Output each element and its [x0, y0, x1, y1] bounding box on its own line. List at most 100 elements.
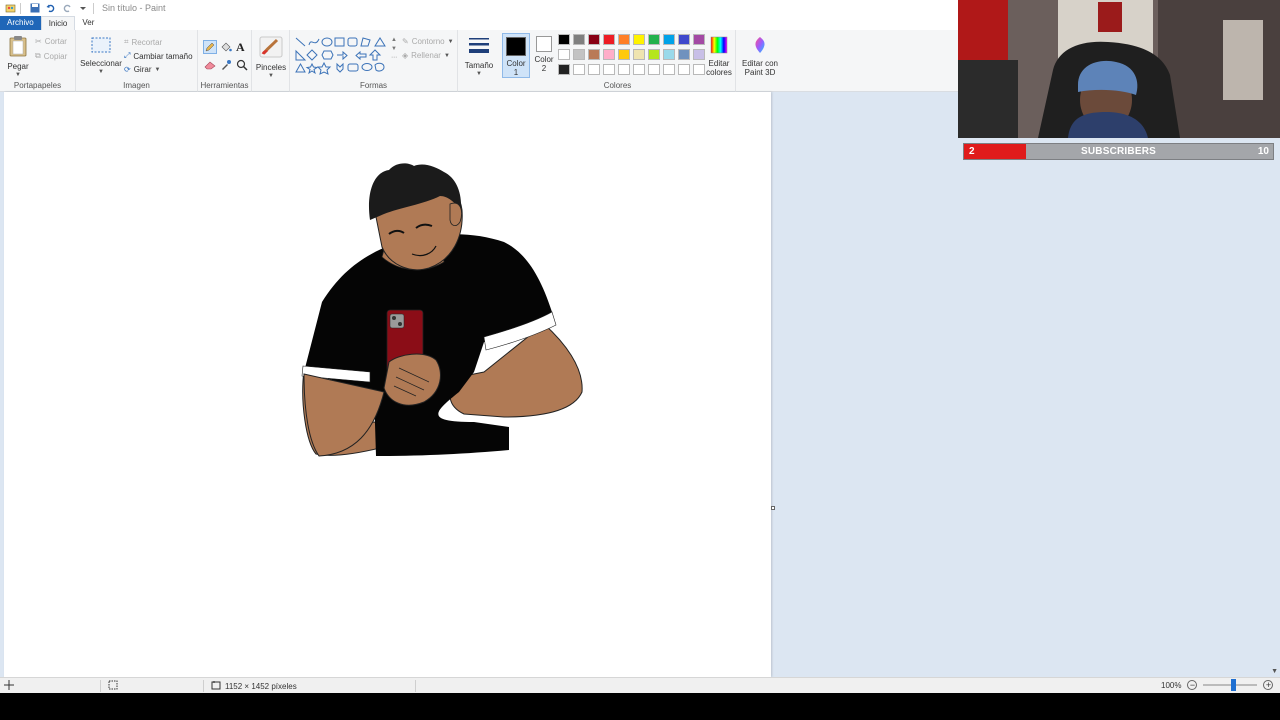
size-dropdown-icon[interactable]: ▼: [476, 70, 482, 79]
cut-button[interactable]: ✂ Cortar: [35, 37, 67, 46]
edit-paint3d-button[interactable]: Editar con Paint 3D: [738, 36, 782, 77]
undo-icon[interactable]: [45, 2, 57, 14]
image-dimensions: 1152 × 1452 píxeles: [225, 681, 297, 691]
paste-button[interactable]: Pegar ▼: [6, 35, 30, 80]
tab-ver[interactable]: Ver: [75, 16, 101, 30]
rotate-dropdown-icon[interactable]: ▼: [154, 67, 160, 73]
zoom-slider[interactable]: [1203, 679, 1258, 691]
color2-label: Color 2: [534, 55, 554, 73]
color-swatch[interactable]: [633, 49, 645, 60]
shapes-scroll-icon[interactable]: ▲ ▼ ⋯: [391, 36, 397, 63]
color-swatch[interactable]: [603, 49, 615, 60]
color-swatch[interactable]: [588, 49, 600, 60]
eraser-icon[interactable]: [204, 60, 216, 72]
color-swatch[interactable]: [678, 49, 690, 60]
color-swatch[interactable]: [633, 34, 645, 45]
color-swatch[interactable]: [663, 49, 675, 60]
paint3d-icon: [751, 36, 769, 56]
clipboard-group-label: Portapapeles: [13, 81, 62, 90]
outline-button[interactable]: ✎ Contorno ▼: [402, 37, 454, 46]
clipboard-icon: [9, 35, 27, 59]
brushes-group: Pinceles ▼: [252, 30, 290, 92]
color-swatch[interactable]: [678, 34, 690, 45]
status-bar: 1152 × 1452 píxeles 100% − +: [0, 677, 1280, 693]
fill-label: Rellenar: [411, 51, 441, 60]
canvas-resize-handle[interactable]: [771, 506, 775, 510]
drawing-canvas[interactable]: [4, 92, 771, 677]
color-swatch[interactable]: [558, 34, 570, 45]
outline-dropdown-icon: ▼: [447, 38, 454, 45]
color-swatch[interactable]: [618, 34, 630, 45]
text-tool-icon[interactable]: A: [236, 40, 245, 55]
paint-window: Sin título - Paint Archivo Inicio Ver Pe…: [0, 0, 1280, 693]
color-swatch[interactable]: [618, 49, 630, 60]
brush-icon: [259, 36, 283, 60]
redo-icon[interactable]: [61, 2, 73, 14]
magnifier-icon[interactable]: [236, 59, 248, 73]
fill-button[interactable]: ◈ Rellenar ▼: [402, 51, 450, 60]
color1-label: Color 1: [506, 59, 526, 77]
image-group: Seleccionar ▼ ⌗ Recortar ⤢ Cambiar tamañ…: [76, 30, 198, 92]
scroll-down-icon[interactable]: ▼: [1271, 668, 1278, 675]
color2-button[interactable]: Color 2: [532, 36, 556, 73]
color-swatch[interactable]: [588, 64, 600, 75]
color-swatch[interactable]: [678, 64, 690, 75]
copy-button[interactable]: ⧉ Copiar: [35, 51, 67, 61]
select-button[interactable]: Seleccionar ▼: [80, 36, 122, 77]
paint3d-group: Editar con Paint 3D: [736, 30, 782, 92]
crop-label: Recortar: [131, 37, 163, 47]
edit-colors-button[interactable]: Editar colores: [704, 36, 734, 77]
fill-icon: ◈: [402, 51, 409, 60]
shapes-group-label: Formas: [359, 81, 388, 90]
colors-group: Color 1 Color 2 Editar colores Colores: [500, 30, 736, 92]
resize-label: Cambiar tamaño: [133, 51, 193, 61]
tab-archivo[interactable]: Archivo: [0, 16, 41, 30]
colors-group-label: Colores: [603, 81, 632, 90]
color-swatch[interactable]: [573, 64, 585, 75]
color-swatch[interactable]: [573, 49, 585, 60]
size-button[interactable]: Tamaño ▼: [463, 36, 495, 79]
color-picker-icon[interactable]: [220, 59, 232, 73]
subscriber-label: SUBSCRIBERS: [1081, 146, 1156, 157]
copy-label: Copiar: [43, 51, 68, 61]
zoom-level: 100%: [1161, 680, 1182, 690]
color-swatch[interactable]: [663, 64, 675, 75]
webcam-overlay: [958, 0, 1280, 138]
color-swatch[interactable]: [603, 64, 615, 75]
size-label: Tamaño: [464, 61, 494, 70]
pencil-icon[interactable]: [203, 40, 217, 54]
save-icon[interactable]: [29, 2, 41, 14]
color-palette: [558, 34, 708, 80]
color-swatch[interactable]: [603, 34, 615, 45]
color-swatch[interactable]: [573, 34, 585, 45]
color-swatch[interactable]: [618, 64, 630, 75]
workspace: ▼: [0, 92, 1280, 677]
fill-bucket-icon[interactable]: [220, 41, 232, 55]
color1-swatch: [506, 37, 526, 56]
tab-inicio[interactable]: Inicio: [40, 16, 76, 30]
brushes-button[interactable]: Pinceles ▼: [255, 36, 287, 81]
zoom-slider-thumb[interactable]: [1231, 679, 1237, 691]
resize-button[interactable]: ⤢ Cambiar tamaño: [124, 51, 193, 61]
zoom-out-icon[interactable]: −: [1187, 680, 1198, 690]
crop-button[interactable]: ⌗ Recortar: [124, 37, 162, 47]
color-swatch[interactable]: [663, 34, 675, 45]
brushes-dropdown-icon[interactable]: ▼: [268, 72, 274, 81]
rotate-button[interactable]: ⟳ Girar ▼: [124, 65, 160, 74]
color-swatch[interactable]: [648, 64, 660, 75]
select-dropdown-icon[interactable]: ▼: [98, 68, 104, 77]
color-swatch[interactable]: [648, 49, 660, 60]
color-swatch[interactable]: [633, 64, 645, 75]
customize-quick-access-icon[interactable]: [77, 2, 89, 14]
color-swatch[interactable]: [648, 34, 660, 45]
tools-group-label: Herramientas: [200, 81, 249, 90]
shapes-gallery[interactable]: [294, 36, 390, 76]
copy-icon: ⧉: [35, 51, 41, 60]
color-swatch[interactable]: [558, 49, 570, 60]
image-group-label: Imagen: [123, 81, 150, 90]
paste-dropdown-icon[interactable]: ▼: [15, 71, 21, 80]
color-swatch[interactable]: [588, 34, 600, 45]
color-swatch[interactable]: [558, 64, 570, 75]
color1-button[interactable]: Color 1: [502, 33, 530, 78]
zoom-in-icon[interactable]: +: [1263, 680, 1274, 690]
